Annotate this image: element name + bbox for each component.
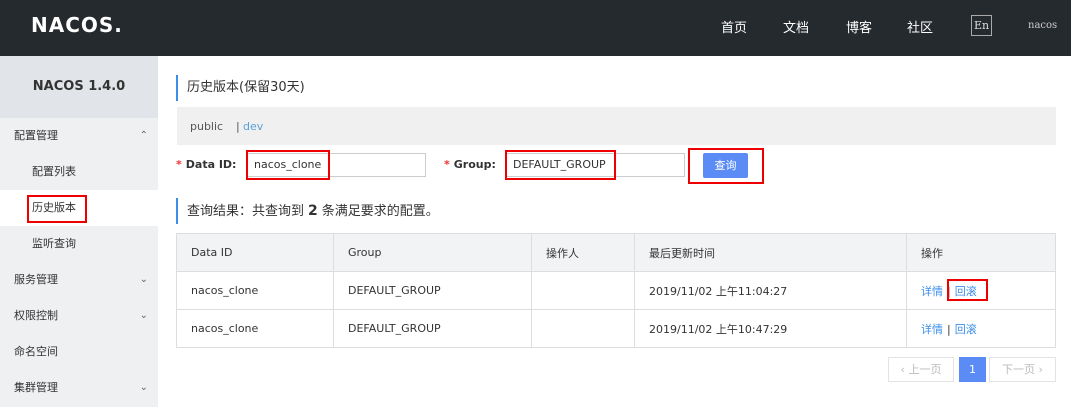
- language-switch-button[interactable]: En: [971, 15, 992, 36]
- result-count: 2: [308, 203, 318, 219]
- detail-link[interactable]: 详情: [921, 323, 943, 336]
- sidebar-item-label: 服务管理: [14, 273, 58, 286]
- sidebar-item-label: 集群管理: [14, 381, 58, 394]
- nav-docs[interactable]: 文档: [783, 17, 809, 36]
- namespace-separator: |: [236, 120, 240, 133]
- highlight-box-query: [688, 148, 764, 184]
- nacos-logo[interactable]: NACOS.: [31, 13, 123, 37]
- highlight-box-rollback: [947, 279, 988, 301]
- cell-updated: 2019/11/02 上午11:04:27: [634, 271, 907, 310]
- chevron-left-icon: ‹: [900, 363, 905, 376]
- sidebar-item-cluster-management[interactable]: 集群管理 ⌄: [0, 370, 158, 406]
- sidebar-item-access-control[interactable]: 权限控制 ⌄: [0, 298, 158, 334]
- cell-dataid: nacos_clone: [176, 309, 334, 348]
- result-summary: 查询结果：共查询到 2 条满足要求的配置。: [176, 198, 439, 224]
- chevron-up-icon: ⌃: [139, 130, 148, 141]
- group-label: * Group:: [444, 158, 496, 171]
- chevron-right-icon: ›: [1038, 363, 1043, 376]
- page-title: 历史版本(保留30天): [176, 75, 305, 101]
- sidebar-version-title: NACOS 1.4.0: [0, 56, 158, 118]
- top-navbar: NACOS. 首页 文档 博客 社区 En nacos: [0, 0, 1071, 56]
- column-header-dataid: Data ID: [176, 233, 334, 272]
- namespace-dev[interactable]: dev: [243, 120, 263, 133]
- dataid-label: * Data ID:: [176, 158, 237, 171]
- nav-blog[interactable]: 博客: [846, 17, 872, 36]
- sidebar-item-label: 命名空间: [14, 345, 58, 358]
- highlight-box-group: [505, 150, 616, 180]
- sidebar-item-namespace[interactable]: 命名空间: [0, 334, 158, 370]
- cell-updated: 2019/11/02 上午10:47:29: [634, 309, 907, 348]
- namespace-bar: public | dev: [177, 107, 1056, 145]
- column-header-updated: 最后更新时间: [634, 233, 907, 272]
- rollback-link[interactable]: 回滚: [955, 323, 977, 336]
- sidebar-item-listener-query[interactable]: 监听查询: [0, 226, 158, 262]
- cell-operator: [531, 309, 635, 348]
- chevron-down-icon: ⌄: [139, 274, 148, 285]
- table-row: nacos_clone DEFAULT_GROUP 2019/11/02 上午1…: [176, 271, 1056, 310]
- nav-home[interactable]: 首页: [721, 17, 747, 36]
- prev-page-button[interactable]: ‹ 上一页: [888, 357, 954, 382]
- sidebar-item-service-management[interactable]: 服务管理 ⌄: [0, 262, 158, 298]
- sidebar-item-label: 配置管理: [14, 129, 58, 142]
- sidebar-item-config-management[interactable]: 配置管理 ⌃: [0, 118, 158, 154]
- column-header-operator: 操作人: [531, 233, 635, 272]
- nav-community[interactable]: 社区: [907, 17, 933, 36]
- highlight-box-history: [27, 195, 87, 223]
- cell-group: DEFAULT_GROUP: [333, 271, 532, 310]
- cell-dataid: nacos_clone: [176, 271, 334, 310]
- sidebar: NACOS 1.4.0 配置管理 ⌃ 配置列表 历史版本 监听查询 服务管理 ⌄…: [0, 56, 158, 407]
- column-header-actions: 操作: [906, 233, 1056, 272]
- history-table: Data ID Group 操作人 最后更新时间 操作 nacos_clone …: [176, 233, 1056, 348]
- sidebar-item-label: 监听查询: [32, 237, 76, 250]
- highlight-box-dataid: [246, 150, 330, 180]
- page-1-button[interactable]: 1: [959, 357, 986, 382]
- cell-group: DEFAULT_GROUP: [333, 309, 532, 348]
- cell-actions: 详情 | 回滚: [906, 309, 1056, 348]
- sidebar-item-config-list[interactable]: 配置列表: [0, 154, 158, 190]
- namespace-public[interactable]: public: [190, 120, 223, 133]
- sidebar-item-label: 配置列表: [32, 165, 76, 178]
- chevron-down-icon: ⌄: [139, 310, 148, 321]
- user-name[interactable]: nacos: [1028, 20, 1057, 31]
- detail-link[interactable]: 详情: [921, 285, 943, 298]
- sidebar-item-label: 权限控制: [14, 309, 58, 322]
- next-page-button[interactable]: 下一页 ›: [989, 357, 1056, 382]
- column-header-group: Group: [333, 233, 532, 272]
- cell-operator: [531, 271, 635, 310]
- chevron-down-icon: ⌄: [139, 382, 148, 393]
- table-row: nacos_clone DEFAULT_GROUP 2019/11/02 上午1…: [176, 309, 1056, 348]
